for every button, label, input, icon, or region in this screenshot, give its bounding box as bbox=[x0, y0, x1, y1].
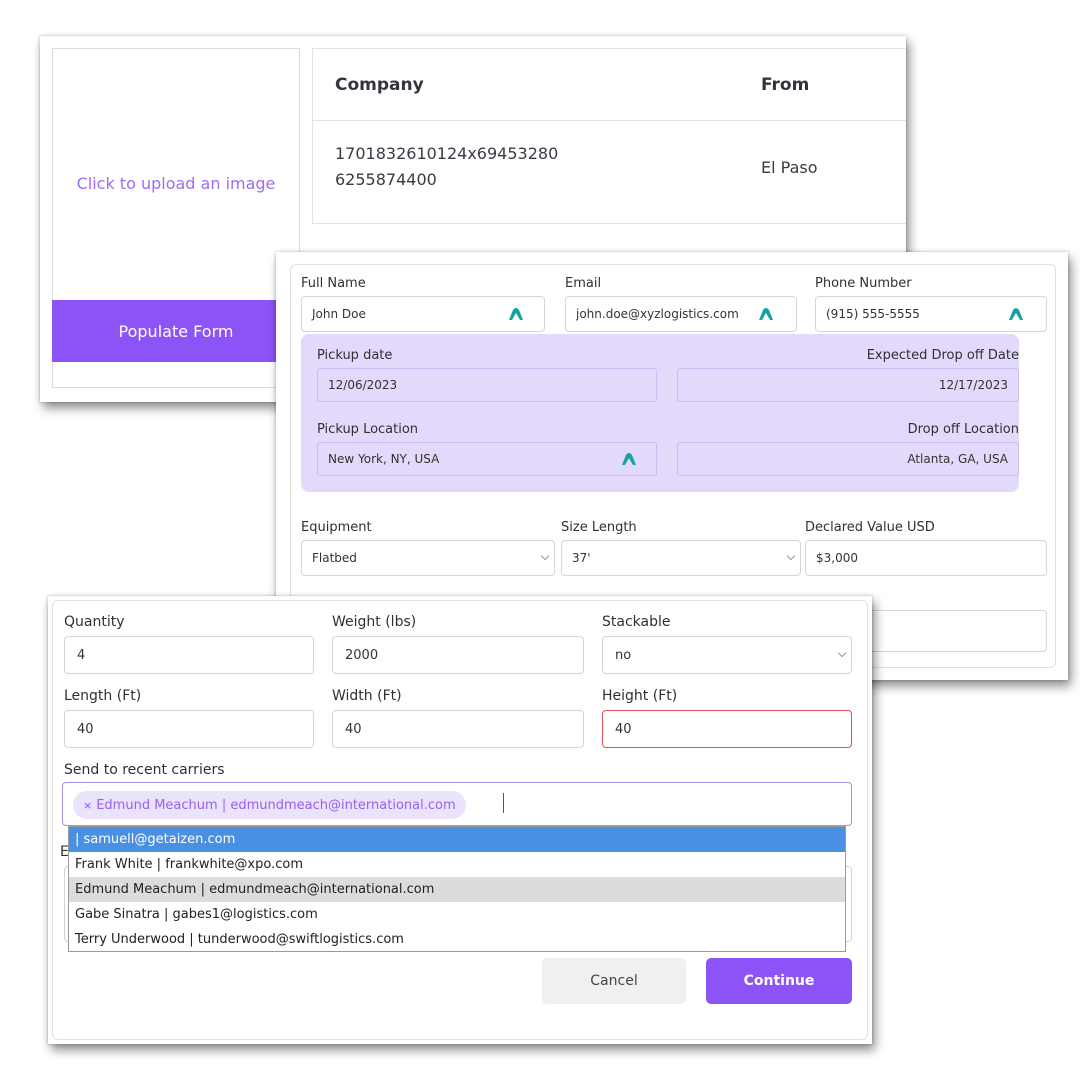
dropdown-option[interactable]: Frank White | frankwhite@xpo.com bbox=[69, 852, 845, 877]
company-cell: 1701832610124x69453280 6255874400 bbox=[335, 141, 558, 193]
weight-value: 2000 bbox=[345, 647, 379, 663]
dropdown-option[interactable]: | samuell@getaizen.com bbox=[69, 827, 845, 852]
pickup-location-label: Pickup Location bbox=[317, 422, 419, 437]
column-header-from[interactable]: From bbox=[761, 75, 809, 95]
carrier-chip-label: Edmund Meachum | edmundmeach@internation… bbox=[96, 797, 456, 813]
table-row[interactable]: 1701832610124x69453280 6255874400 El Pas… bbox=[313, 121, 906, 223]
dropdown-option[interactable]: Edmund Meachum | edmundmeach@internation… bbox=[69, 877, 845, 902]
equipment-select[interactable]: Flatbed bbox=[301, 540, 555, 576]
chevron-down-icon bbox=[786, 551, 796, 561]
column-header-company[interactable]: Company bbox=[335, 75, 424, 95]
dropoff-location-label: Drop off Location bbox=[907, 422, 1019, 437]
company-id-line2: 6255874400 bbox=[335, 170, 437, 189]
pickup-location-field[interactable]: New York, NY, USA bbox=[317, 442, 657, 476]
declared-value-field[interactable]: $3,000 bbox=[805, 540, 1047, 576]
chevron-down-icon bbox=[837, 648, 847, 658]
table-header: Company From bbox=[313, 49, 906, 121]
width-value: 40 bbox=[345, 721, 362, 737]
dropoff-date-value: 12/17/2023 bbox=[938, 378, 1008, 392]
phone-value: (915) 555-5555 bbox=[826, 307, 920, 321]
full-name-value: John Doe bbox=[312, 307, 366, 321]
schedule-panel: Pickup date 12/06/2023 Expected Drop off… bbox=[301, 334, 1019, 492]
quantity-value: 4 bbox=[77, 647, 86, 663]
equipment-value: Flatbed bbox=[312, 551, 357, 565]
declared-value-value: $3,000 bbox=[816, 551, 858, 565]
size-length-value: 37' bbox=[572, 551, 591, 565]
results-table: Company From 1701832610124x69453280 6255… bbox=[312, 48, 906, 224]
text-cursor bbox=[503, 793, 504, 813]
cancel-button[interactable]: Cancel bbox=[542, 958, 686, 1004]
autofill-icon[interactable] bbox=[621, 452, 637, 466]
length-label: Length (Ft) bbox=[64, 688, 142, 704]
pickup-date-field[interactable]: 12/06/2023 bbox=[317, 368, 657, 402]
length-value: 40 bbox=[77, 721, 94, 737]
width-label: Width (Ft) bbox=[332, 688, 402, 704]
length-field[interactable]: 40 bbox=[64, 710, 314, 748]
carriers-label: Send to recent carriers bbox=[64, 762, 225, 778]
stackable-select[interactable]: no bbox=[602, 636, 852, 674]
dropoff-date-label: Expected Drop off Date bbox=[866, 348, 1019, 363]
autofill-icon[interactable] bbox=[508, 307, 524, 321]
continue-button[interactable]: Continue bbox=[706, 958, 852, 1004]
stackable-value: no bbox=[615, 647, 632, 663]
height-field[interactable]: 40 bbox=[602, 710, 852, 748]
carriers-tag-input[interactable]: × Edmund Meachum | edmundmeach@internati… bbox=[62, 782, 852, 826]
pickup-location-value: New York, NY, USA bbox=[328, 452, 440, 466]
dropoff-location-field[interactable]: Atlanta, GA, USA bbox=[677, 442, 1019, 476]
carrier-chip[interactable]: × Edmund Meachum | edmundmeach@internati… bbox=[73, 791, 466, 819]
width-field[interactable]: 40 bbox=[332, 710, 584, 748]
chevron-down-icon bbox=[540, 551, 550, 561]
dropoff-date-field[interactable]: 12/17/2023 bbox=[677, 368, 1019, 402]
carriers-dropdown: | samuell@getaizen.com Frank White | fra… bbox=[68, 826, 846, 952]
dropdown-option[interactable]: Terry Underwood | tunderwood@swiftlogist… bbox=[69, 927, 845, 952]
remove-chip-icon[interactable]: × bbox=[83, 799, 92, 812]
pickup-date-label: Pickup date bbox=[317, 348, 393, 363]
autofill-icon[interactable] bbox=[758, 307, 774, 321]
autofill-icon[interactable] bbox=[1008, 307, 1024, 321]
from-cell: El Paso bbox=[761, 158, 818, 177]
size-length-label: Size Length bbox=[561, 520, 637, 535]
dropoff-location-value: Atlanta, GA, USA bbox=[907, 452, 1008, 466]
cargo-card: Quantity 4 Weight (lbs) 2000 Stackable n… bbox=[48, 596, 872, 1044]
company-id-line1: 1701832610124x69453280 bbox=[335, 144, 559, 163]
stackable-label: Stackable bbox=[602, 614, 671, 630]
phone-label: Phone Number bbox=[815, 276, 912, 291]
height-value: 40 bbox=[615, 721, 632, 737]
quantity-label: Quantity bbox=[64, 614, 125, 630]
weight-label: Weight (lbs) bbox=[332, 614, 417, 630]
quantity-field[interactable]: 4 bbox=[64, 636, 314, 674]
size-length-select[interactable]: 37' bbox=[561, 540, 801, 576]
dropdown-option[interactable]: Gabe Sinatra | gabes1@logistics.com bbox=[69, 902, 845, 927]
weight-field[interactable]: 2000 bbox=[332, 636, 584, 674]
email-label: Email bbox=[565, 276, 602, 291]
full-name-label: Full Name bbox=[301, 276, 366, 291]
height-label: Height (Ft) bbox=[602, 688, 678, 704]
upload-prompt[interactable]: Click to upload an image bbox=[53, 174, 299, 193]
populate-form-button[interactable]: Populate Form bbox=[52, 300, 300, 362]
declared-value-label: Declared Value USD bbox=[805, 520, 935, 535]
email-value: john.doe@xyzlogistics.com bbox=[576, 307, 739, 321]
equipment-label: Equipment bbox=[301, 520, 372, 535]
pickup-date-value: 12/06/2023 bbox=[328, 378, 398, 392]
